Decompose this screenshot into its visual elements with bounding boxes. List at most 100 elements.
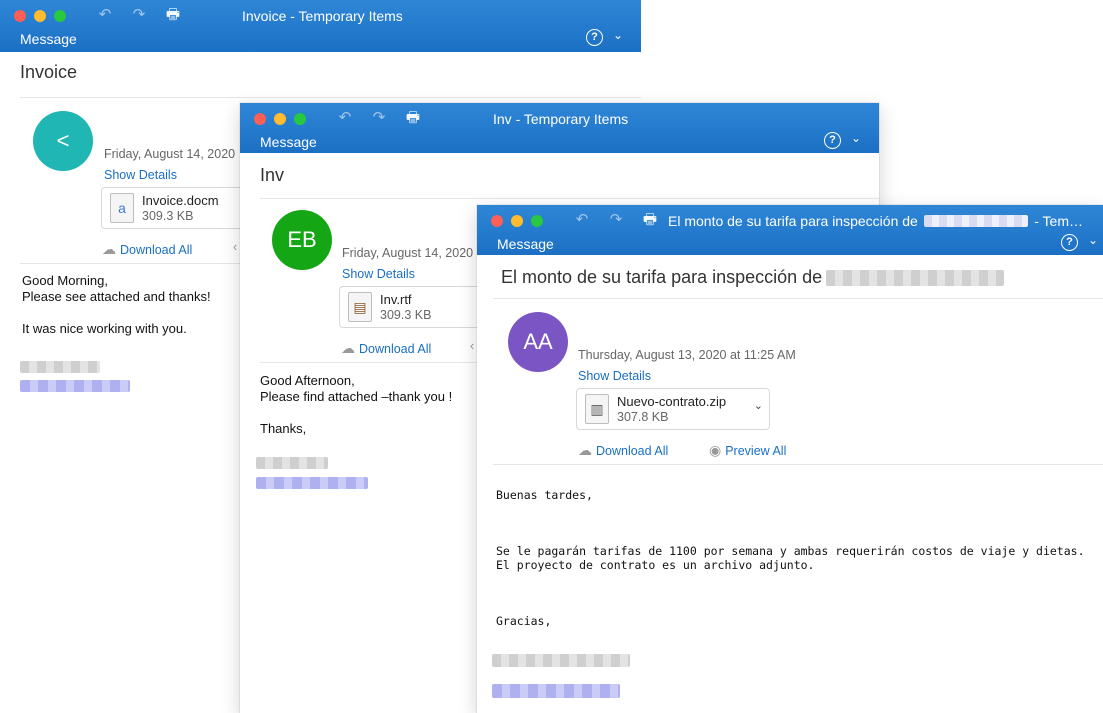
divider (20, 97, 641, 98)
eye-icon: ◉ (709, 442, 722, 458)
minimize-window-button[interactable] (274, 113, 286, 125)
body-line: It was nice working with you. (22, 321, 187, 336)
email-date: Friday, August 14, 2020 (342, 246, 474, 260)
chevron-down-icon[interactable]: ⌄ (851, 131, 861, 145)
body-line (496, 586, 1085, 600)
preview-all-label: Preview All (725, 443, 787, 458)
download-all-label: Download All (120, 242, 193, 257)
cloud-download-icon: ☁ (341, 340, 355, 356)
print-icon[interactable]: 🖶 (640, 211, 660, 229)
body-line: Good Morning, (22, 273, 108, 288)
tab-message[interactable]: Message (20, 31, 77, 47)
divider (493, 464, 1103, 465)
tab-message[interactable]: Message (260, 134, 317, 150)
body-line: El proyecto de contrato es un archivo ad… (496, 558, 815, 572)
close-window-button[interactable] (491, 215, 503, 227)
show-details-link[interactable]: Show Details (578, 369, 651, 383)
redo-icon[interactable]: ↷ (606, 211, 626, 229)
window-controls (254, 113, 306, 125)
email-date: Thursday, August 13, 2020 at 11:25 AM (578, 348, 796, 362)
body-line (22, 305, 211, 321)
redacted-title-name (923, 215, 1029, 227)
undo-icon[interactable]: ↶ (95, 6, 115, 24)
chevron-down-icon[interactable]: ⌄ (1088, 233, 1098, 247)
title-bar: ↶ ↷ 🖶 El monto de su tarifa para inspecc… (477, 205, 1103, 255)
show-details-link[interactable]: Show Details (342, 267, 415, 281)
window-title-prefix: El monto de su tarifa para inspección de (668, 213, 918, 229)
download-all-label: Download All (596, 443, 669, 458)
email-date: Friday, August 14, 2020 (104, 147, 236, 161)
chevron-down-icon[interactable]: ⌄ (754, 399, 763, 412)
zip-archive-icon: ▥ (585, 394, 609, 424)
body-line (260, 405, 452, 421)
help-icon[interactable]: ? (1061, 234, 1078, 251)
attachment-size: 309.3 KB (142, 209, 194, 223)
tab-message[interactable]: Message (497, 236, 554, 252)
preview-all-button[interactable]: ◉ Preview All (709, 442, 786, 459)
minimize-window-button[interactable] (34, 10, 46, 22)
redacted-signature (256, 457, 328, 469)
redo-icon[interactable]: ↷ (129, 6, 149, 24)
window-title: El monto de su tarifa para inspección de… (668, 213, 1083, 229)
body-line (496, 516, 1085, 530)
redacted-email (492, 684, 620, 698)
close-window-button[interactable] (254, 113, 266, 125)
divider (260, 198, 879, 199)
email-body: Good Morning, Please see attached and tha… (22, 273, 211, 337)
word-document-icon: a (110, 193, 134, 223)
email-subject-text: El monto de su tarifa para inspección de (501, 267, 823, 287)
download-all-button[interactable]: ☁ Download All (578, 442, 668, 459)
redacted-email (256, 477, 368, 489)
email-subject: El monto de su tarifa para inspección de (501, 267, 1005, 288)
email-subject: Inv (260, 165, 285, 185)
help-icon[interactable]: ? (824, 132, 841, 149)
attachment-name: Nuevo-contrato.zip (617, 394, 727, 409)
undo-icon[interactable]: ↶ (572, 211, 592, 229)
redo-icon[interactable]: ↷ (369, 109, 389, 127)
body-line: Please see attached and thanks! (22, 289, 211, 304)
zoom-window-button[interactable] (54, 10, 66, 22)
undo-icon[interactable]: ↶ (335, 109, 355, 127)
help-icon[interactable]: ? (586, 29, 603, 46)
attachment-card[interactable]: ▥ Nuevo-contrato.zip 307.8 KB ⌄ (576, 388, 770, 430)
window-controls (14, 10, 66, 22)
window-title: Inv - Temporary Items (493, 111, 629, 127)
show-details-link[interactable]: Show Details (104, 168, 177, 182)
email-body: Buenas tardes, Se le pagarán tarifas de … (496, 488, 1085, 628)
body-line: Thanks, (260, 421, 307, 436)
body-line: Se le pagarán tarifas de 1100 por semana… (496, 544, 1085, 558)
attachment-size: 309.3 KB (380, 308, 432, 322)
body-line (496, 572, 1085, 586)
title-bar: ↶ ↷ 🖶 Inv - Temporary Items Message ? ⌄ (240, 103, 879, 153)
zoom-window-button[interactable] (294, 113, 306, 125)
print-icon[interactable]: 🖶 (403, 109, 423, 127)
body-line: Good Afternoon, (260, 373, 355, 388)
email-body: Good Afternoon, Please find attached –tha… (260, 373, 452, 437)
attachment-name: Invoice.docm (142, 193, 219, 208)
minimize-window-button[interactable] (511, 215, 523, 227)
sender-avatar: < (33, 111, 93, 171)
redacted-signature (492, 654, 630, 667)
zoom-window-button[interactable] (531, 215, 543, 227)
chevron-left-icon[interactable]: ‹ (233, 240, 237, 254)
cloud-download-icon: ☁ (578, 442, 592, 458)
download-all-button[interactable]: ☁ Download All (341, 340, 431, 357)
close-window-button[interactable] (14, 10, 26, 22)
body-line (496, 502, 1085, 516)
download-all-label: Download All (359, 341, 432, 356)
redacted-subject-name (826, 269, 1005, 286)
redacted-signature (20, 361, 100, 373)
sender-avatar: AA (508, 312, 568, 372)
download-all-button[interactable]: ☁ Download All (102, 241, 192, 258)
chevron-left-icon[interactable]: ‹ (470, 339, 474, 353)
print-icon[interactable]: 🖶 (163, 6, 183, 24)
email-subject: Invoice (20, 62, 78, 82)
attachment-card[interactable]: a Invoice.docm 309.3 KB (101, 187, 263, 229)
cloud-download-icon: ☁ (102, 241, 116, 257)
window-controls (491, 215, 543, 227)
chevron-down-icon[interactable]: ⌄ (613, 28, 623, 42)
body-line: Buenas tardes, (496, 488, 593, 502)
body-line: Please find attached –thank you ! (260, 389, 453, 404)
redacted-email (20, 380, 130, 392)
attachment-name: Inv.rtf (380, 292, 412, 307)
